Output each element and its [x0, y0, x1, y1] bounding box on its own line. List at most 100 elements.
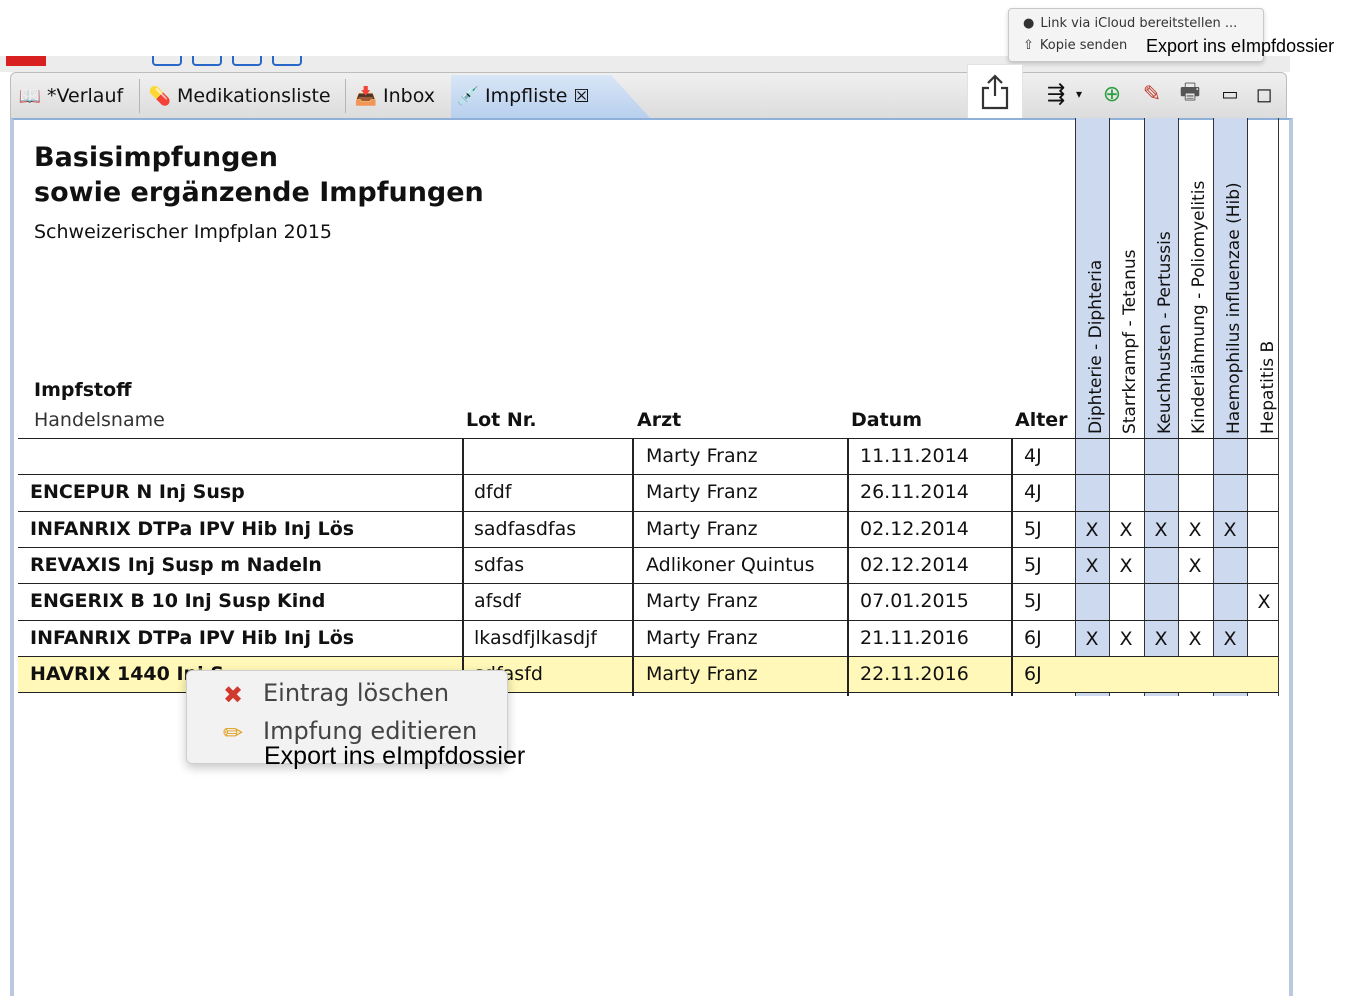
cell-disease-mark: X: [1188, 518, 1202, 541]
cell-disease-mark: X: [1085, 518, 1099, 541]
document-title-line2: sowie ergänzende Impfungen: [34, 177, 484, 208]
cell-datum: 02.12.2014: [860, 553, 969, 576]
pill-icon: 💊: [148, 85, 172, 107]
table-row[interactable]: Marty Franz 11.11.2014 4J: [18, 438, 1278, 475]
cell-alter: 5J: [1024, 553, 1042, 576]
cell-handelsname: INFANRIX DTPa IPV Hib Inj Lös: [30, 626, 355, 649]
toolbar-tool-icon[interactable]: [192, 56, 222, 66]
pencil-icon: ✏: [223, 719, 244, 747]
cell-disease-mark: [1109, 439, 1143, 475]
cell-disease-mark: [1075, 657, 1109, 693]
cell-alter: 4J: [1024, 481, 1042, 504]
tab-medikationsliste[interactable]: 💊 Medikationsliste: [145, 81, 335, 111]
context-menu-label: Impfung editieren: [263, 717, 478, 745]
column-header-impfstoff: Impfstoff: [34, 379, 132, 401]
cell-disease-mark: X: [1223, 627, 1237, 650]
table-row[interactable]: REVAXIS Inj Susp m Nadeln sdfas Adlikoner …: [18, 546, 1278, 584]
cell-arzt: Adlikoner Quintus: [646, 553, 815, 576]
cell-disease-mark: [1144, 475, 1178, 511]
tab-label: Inbox: [383, 85, 435, 107]
cell-arzt: Marty Franz: [646, 445, 758, 467]
cell-datum: 11.11.2014: [860, 445, 969, 467]
cell-disease-mark: [1213, 439, 1247, 475]
cell-handelsname: ENCEPUR N Inj Susp: [30, 481, 245, 504]
toolbar-tool-icon[interactable]: [152, 56, 182, 66]
cell-handelsname: REVAXIS Inj Susp m Nadeln: [30, 553, 322, 576]
cell-disease-mark: X: [1188, 627, 1202, 650]
cell-disease-mark: [1144, 548, 1178, 584]
cell-alter: 6J: [1024, 662, 1042, 685]
cell-disease-mark: [1213, 548, 1247, 584]
cell-disease-mark: [1144, 657, 1178, 693]
tab-verlauf[interactable]: 📖 *Verlauf: [15, 81, 127, 111]
document-title: Basisimpfungen: [34, 142, 278, 173]
context-menu-delete[interactable]: ✖ Eintrag löschen: [223, 679, 449, 709]
book-icon: 📖: [18, 85, 42, 107]
toolbar-tool-icon[interactable]: [232, 56, 262, 66]
cell-alter: 4J: [1024, 445, 1042, 467]
share-button[interactable]: [967, 64, 1023, 120]
filter-icon[interactable]: ⇶: [1042, 80, 1070, 108]
cell-arzt: Marty Franz: [646, 662, 758, 685]
tab-label: Impfliste: [485, 85, 568, 107]
table-row[interactable]: ENGERIX B 10 Inj Susp Kind afsdf Marty Fra…: [18, 583, 1278, 620]
cell-disease-mark: [1178, 657, 1212, 693]
cell-disease-mark: X: [1223, 518, 1237, 541]
column-header-alter: Alter: [1015, 409, 1068, 431]
cell-disease-mark: X: [1119, 627, 1133, 650]
disease-label: Kinderlähmung - Poliomyelitis: [1189, 180, 1209, 434]
context-menu-export[interactable]: Export ins eImpfdossier: [264, 742, 525, 771]
close-icon[interactable]: ☒: [573, 86, 589, 107]
cell-lot: sdfas: [474, 553, 525, 576]
cell-arzt: Marty Franz: [646, 481, 758, 504]
document-subtitle: Schweizerischer Impfplan 2015: [34, 221, 333, 243]
cell-disease-mark: [1075, 475, 1109, 511]
person-icon: ●: [1023, 15, 1035, 31]
add-icon[interactable]: ⊕: [1098, 80, 1126, 108]
share-menu-item-icloud[interactable]: ● Link via iCloud bereitstellen ...: [1023, 13, 1237, 33]
tab-inbox[interactable]: 📥 Inbox: [351, 81, 439, 111]
minimize-icon[interactable]: ▭: [1216, 80, 1244, 108]
syringe-icon: 💉: [456, 85, 480, 107]
toolbar-tool-icon[interactable]: [272, 56, 302, 66]
cell-arzt: Marty Franz: [646, 626, 758, 649]
cell-datum: 26.11.2014: [860, 481, 969, 504]
cell-disease-mark: X: [1085, 627, 1099, 650]
tab-separator: [345, 79, 346, 113]
tab-label: Medikationsliste: [177, 85, 331, 107]
share-menu-item-copy[interactable]: ⇧ Kopie senden: [1023, 35, 1127, 55]
share-menu-item-label: Link via iCloud bereitstellen ...: [1040, 15, 1238, 31]
tab-bar: 📖 *Verlauf 💊 Medikationsliste 📥 Inbox 💉 …: [10, 72, 1287, 119]
no-vaccination-icon[interactable]: ✎: [1138, 80, 1166, 108]
print-icon[interactable]: 🖶: [1176, 80, 1204, 108]
cell-disease-mark: [1247, 621, 1281, 657]
share-submenu-export[interactable]: Export ins eImpfdossier: [1146, 36, 1334, 57]
share-icon: ⇧: [1023, 37, 1034, 53]
tab-impfliste[interactable]: 💉 Impfliste ☒: [453, 81, 594, 111]
cell-datum: 07.01.2015: [860, 590, 969, 613]
table-row[interactable]: INFANRIX DTPa IPV Hib Inj Lös lkasdfjlkas…: [18, 619, 1281, 657]
context-menu-edit[interactable]: ✏ Impfung editieren: [223, 717, 478, 747]
cell-disease-mark: [1178, 584, 1212, 620]
cell-disease-mark: [1213, 584, 1247, 620]
table-row[interactable]: ENCEPUR N Inj Susp dfdf Marty Franz 26.11.2…: [18, 474, 1278, 511]
maximize-icon[interactable]: ◻: [1250, 80, 1278, 108]
cell-disease-mark: [1247, 439, 1281, 475]
column-divider: [632, 438, 634, 696]
chevron-down-icon[interactable]: ▾: [1072, 80, 1086, 108]
cell-disease-mark: X: [1154, 627, 1168, 650]
tab-separator: [139, 79, 140, 113]
cell-disease-mark: X: [1188, 554, 1202, 577]
cell-disease-mark: X: [1119, 554, 1133, 577]
table-row[interactable]: INFANRIX DTPa IPV Hib Inj Lös sadfasdfas M…: [18, 510, 1281, 548]
cell-handelsname: ENGERIX B 10 Inj Susp Kind: [30, 590, 326, 613]
column-divider: [847, 438, 849, 696]
cell-disease-mark: [1247, 512, 1281, 548]
disease-label: Diphterie - Diphteria: [1086, 259, 1106, 434]
inbox-icon: 📥: [354, 85, 378, 107]
cell-disease-mark: X: [1119, 518, 1133, 541]
cell-disease-mark: [1178, 475, 1212, 511]
cell-lot: sadfasdfas: [474, 517, 577, 540]
disease-label: Keuchhusten - Pertussis: [1155, 231, 1175, 434]
cell-datum: 02.12.2014: [860, 517, 969, 540]
